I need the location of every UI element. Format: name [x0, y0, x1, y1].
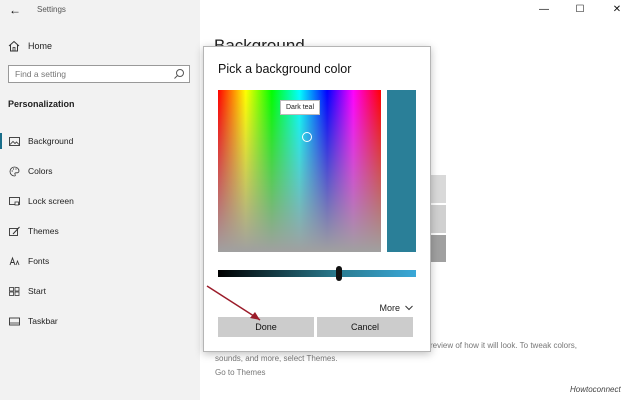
sidebar-item-background[interactable]: Background	[0, 131, 200, 151]
go-to-themes-link[interactable]: Go to Themes	[215, 368, 266, 377]
sidebar-item-label: Colors	[28, 166, 53, 176]
color-swatch[interactable]	[430, 175, 446, 203]
slider-thumb[interactable]	[336, 266, 342, 281]
sidebar-item-fonts[interactable]: Fonts	[0, 251, 200, 271]
taskbar-icon	[9, 317, 20, 325]
minimize-button[interactable]: —	[537, 3, 551, 17]
section-heading: Personalization	[8, 99, 75, 109]
chevron-down-icon	[405, 305, 413, 311]
brush-icon	[9, 226, 20, 236]
home-nav-item[interactable]: Home	[8, 39, 52, 53]
more-button[interactable]: More	[379, 303, 414, 313]
sidebar-item-label: Background	[28, 136, 74, 146]
sidebar-item-start[interactable]: Start	[0, 281, 200, 301]
search-icon[interactable]	[172, 67, 186, 81]
brightness-slider[interactable]	[218, 266, 416, 281]
color-spectrum[interactable]: Dark teal	[218, 90, 381, 252]
home-icon	[8, 40, 20, 52]
window-controls: — ☐ ✕	[526, 0, 636, 20]
more-label: More	[379, 303, 400, 313]
close-button[interactable]: ✕	[610, 3, 624, 17]
start-grid-icon	[9, 286, 20, 296]
search-input[interactable]	[9, 66, 172, 82]
palette-icon	[9, 166, 20, 176]
maximize-button[interactable]: ☐	[573, 3, 587, 17]
sidebar-item-lock-screen[interactable]: Lock screen	[0, 191, 200, 211]
annotation-arrow	[206, 285, 261, 321]
lock-screen-icon	[9, 196, 20, 205]
sidebar-item-colors[interactable]: Colors	[0, 161, 200, 181]
sidebar-item-label: Themes	[28, 226, 59, 236]
font-icon	[9, 256, 20, 265]
sidebar-item-label: Fonts	[28, 256, 50, 266]
cancel-button[interactable]: Cancel	[317, 317, 413, 337]
dialog-title: Pick a background color	[218, 62, 352, 76]
sidebar-item-label: Lock screen	[28, 196, 74, 206]
description-line: review of how it will look. To tweak col…	[430, 341, 578, 350]
color-swatch[interactable]	[430, 205, 446, 233]
back-button[interactable]: ←	[8, 3, 22, 17]
sidebar-item-label: Taskbar	[28, 316, 58, 326]
sidebar-item-taskbar[interactable]: Taskbar	[0, 311, 200, 331]
sidebar: ← Settings Home Personalization Backgrou…	[0, 0, 200, 400]
home-label: Home	[28, 41, 53, 51]
watermark: Howtoconnect	[570, 385, 621, 394]
color-swatch[interactable]	[430, 235, 446, 262]
app-title: Settings	[37, 5, 66, 14]
description-line: sounds, and more, select Themes.	[215, 354, 338, 363]
color-preview	[387, 90, 416, 252]
color-picker-ring[interactable]	[302, 132, 312, 142]
sidebar-item-label: Start	[28, 286, 46, 296]
image-icon	[9, 136, 20, 146]
color-tooltip: Dark teal	[280, 100, 321, 115]
titlebar-left: ← Settings	[0, 0, 200, 20]
sidebar-item-themes[interactable]: Themes	[0, 221, 200, 241]
search-box[interactable]	[8, 65, 190, 83]
